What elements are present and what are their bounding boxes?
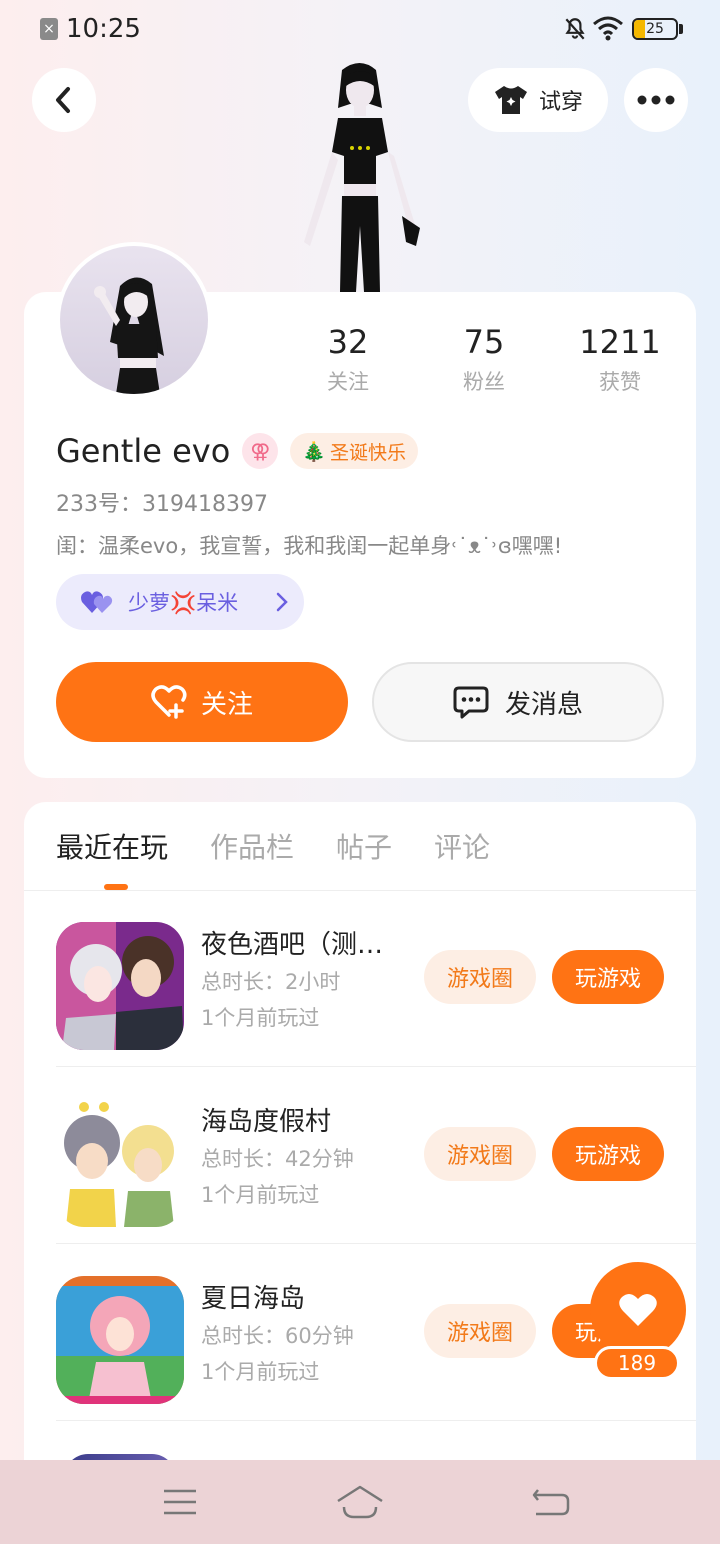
stat-followers[interactable]: 75 粉丝 — [416, 322, 552, 396]
game-title: 海岛度假村 — [201, 1107, 332, 1137]
chevron-left-icon — [56, 87, 70, 113]
game-circle-button[interactable]: 游戏圈 — [424, 1127, 536, 1181]
double-heart-icon — [81, 591, 113, 613]
home-nav-button[interactable] — [336, 1482, 384, 1522]
recent-games-card: 最近在玩 作品栏 帖子 评论 夜色酒吧（测… 总时长：2小时 1个月前玩过 游戏… — [24, 802, 696, 1482]
badge-label: 圣诞快乐 — [329, 441, 406, 464]
cp-relation-pill[interactable]: 少萝💢呆米 — [56, 574, 304, 630]
try-on-label: 试穿 — [538, 90, 583, 115]
bio: 闺：温柔evo，我宣誓，我和我闺一起单身˓˙ᴥ˙˒ɞ嘿嘿! — [56, 534, 563, 558]
tab-bar: 最近在玩 作品栏 帖子 评论 — [56, 826, 490, 870]
tshirt-icon — [494, 86, 527, 114]
stat-value: 32 — [327, 323, 369, 361]
system-nav-bar — [0, 1460, 720, 1544]
user-id: 233号：319418397 — [56, 492, 268, 517]
name-row: Gentle evo ⚢ 🎄 圣诞快乐 — [56, 430, 418, 472]
game-last-played: 1个月前玩过 — [201, 1006, 320, 1030]
wifi-icon — [593, 16, 623, 41]
follow-button[interactable]: 关注 — [56, 662, 348, 742]
game-thumbnail[interactable] — [56, 922, 184, 1050]
battery-tip — [679, 24, 683, 34]
tab-works[interactable]: 作品栏 — [210, 826, 294, 870]
list-item[interactable]: 海岛度假村 总时长：42分钟 1个月前玩过 游戏圈 玩游戏 — [56, 1067, 696, 1244]
tab-posts[interactable]: 帖子 — [336, 826, 392, 870]
stat-following[interactable]: 32 关注 — [280, 322, 416, 396]
game-thumbnail[interactable] — [56, 1099, 184, 1227]
follow-label: 关注 — [200, 689, 253, 720]
avatar[interactable] — [56, 242, 212, 398]
game-duration: 总时长：60分钟 — [201, 1324, 354, 1348]
send-message-label: 发消息 — [504, 689, 583, 720]
stat-likes[interactable]: 1211 获赞 — [552, 322, 688, 396]
like-button[interactable] — [590, 1262, 686, 1358]
holiday-badge[interactable]: 🎄 圣诞快乐 — [290, 433, 418, 469]
divider — [56, 1420, 696, 1421]
tab-comments[interactable]: 评论 — [434, 826, 490, 870]
send-message-button[interactable]: 发消息 — [372, 662, 664, 742]
more-dots-icon — [637, 95, 675, 105]
menu-icon — [164, 1489, 196, 1515]
profile-stats: 32 关注 75 粉丝 1211 获赞 — [280, 322, 688, 396]
game-circle-button[interactable]: 游戏圈 — [424, 950, 536, 1004]
list-item[interactable]: 夜色酒吧（测… 总时长：2小时 1个月前玩过 游戏圈 玩游戏 — [56, 890, 696, 1067]
stat-label: 关注 — [327, 370, 369, 394]
status-bar: × 10:25 25 — [0, 0, 720, 56]
stat-value: 1211 — [579, 323, 661, 361]
try-on-button[interactable]: 试穿 — [468, 68, 608, 132]
game-title: 夜色酒吧（测… — [201, 930, 384, 960]
no-sim-icon: × — [40, 18, 58, 40]
stat-label: 粉丝 — [463, 370, 505, 394]
cp-name: 少萝💢呆米 — [128, 591, 239, 615]
chat-bubble-icon — [453, 686, 489, 719]
game-cover-image — [56, 922, 184, 1050]
game-thumbnail[interactable] — [56, 1276, 184, 1404]
game-last-played: 1个月前玩过 — [201, 1360, 320, 1384]
game-title: 夏日海岛 — [201, 1284, 306, 1314]
game-duration: 总时长：42分钟 — [201, 1147, 354, 1171]
heart-icon — [619, 1293, 657, 1326]
game-cover-image — [56, 1099, 184, 1227]
more-button[interactable] — [624, 68, 688, 132]
christmas-tree-icon: 🎄 — [302, 440, 326, 463]
game-last-played: 1个月前玩过 — [201, 1183, 320, 1207]
back-nav-button[interactable] — [526, 1482, 574, 1522]
tab-recently-played[interactable]: 最近在玩 — [56, 826, 168, 870]
back-button[interactable] — [32, 68, 96, 132]
status-time: 10:25 — [66, 14, 141, 44]
game-circle-button[interactable]: 游戏圈 — [424, 1304, 536, 1358]
avatar-image — [94, 277, 164, 394]
avatar-3d-figure — [304, 63, 420, 292]
game-duration: 总时长：2小时 — [201, 970, 341, 994]
return-icon — [532, 1489, 570, 1516]
play-game-button[interactable]: 玩游戏 — [552, 950, 664, 1004]
stat-value: 75 — [463, 323, 505, 361]
gender-female-icon: ⚢ — [242, 433, 279, 469]
battery-indicator: 25 — [632, 18, 678, 40]
username: Gentle evo — [56, 432, 231, 470]
like-count: 189 — [594, 1346, 680, 1380]
game-cover-image — [56, 1276, 184, 1404]
play-game-button[interactable]: 玩游戏 — [552, 1127, 664, 1181]
home-icon — [337, 1485, 383, 1519]
chevron-right-icon — [276, 592, 288, 612]
heart-plus-icon — [151, 685, 187, 719]
stat-label: 获赞 — [599, 370, 641, 394]
menu-nav-button[interactable] — [156, 1482, 204, 1522]
bell-muted-icon — [565, 18, 585, 40]
